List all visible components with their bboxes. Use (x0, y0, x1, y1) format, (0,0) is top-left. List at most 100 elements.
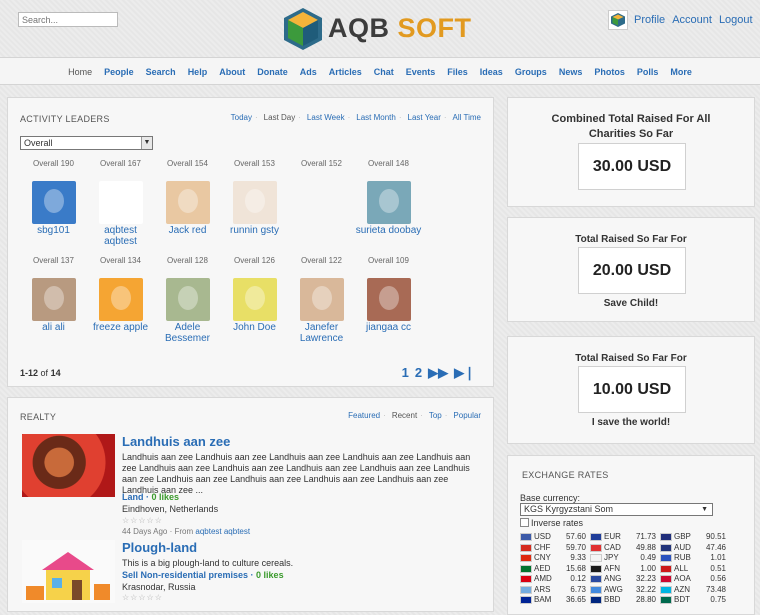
nav-item-donate[interactable]: Donate (257, 67, 288, 77)
rating-stars-icon[interactable]: ☆☆☆☆☆ (122, 516, 163, 525)
nav-item-ideas[interactable]: Ideas (480, 67, 503, 77)
nav-item-articles[interactable]: Articles (329, 67, 362, 77)
search-input[interactable] (18, 12, 118, 27)
nav-item-events[interactable]: Events (406, 67, 436, 77)
avatar[interactable] (366, 278, 411, 321)
activity-leaders-title: ACTIVITY LEADERS (20, 114, 110, 124)
leader-name[interactable]: freeze apple (87, 322, 154, 333)
realty-thumbnail[interactable] (22, 434, 115, 497)
currency-code: ARS (534, 584, 551, 594)
leader-card: Overall 126 John Doe (221, 256, 288, 333)
nav-item-chat[interactable]: Chat (374, 67, 394, 77)
leader-name[interactable]: surieta doobay (355, 225, 422, 236)
avatar[interactable] (98, 181, 143, 224)
nav-item-about[interactable]: About (219, 67, 245, 77)
avatar[interactable] (232, 278, 277, 321)
category-link[interactable]: Sell Non-residential premises (122, 570, 248, 580)
filter-popular[interactable]: Popular (453, 411, 481, 420)
page-1-link[interactable]: 1 (402, 365, 409, 380)
avatar[interactable] (366, 181, 411, 224)
charity-panel: Total Raised So Far For 20.00 USD Save C… (507, 217, 755, 322)
base-currency-select[interactable]: KGS Kyrgyzstani Som ▼ (520, 503, 713, 516)
filter-last-year[interactable]: Last Year (408, 113, 441, 122)
currency-code: CNY (534, 553, 551, 562)
filter-last-day[interactable]: Last Day (264, 113, 296, 122)
leader-name[interactable]: Jack red (154, 225, 221, 236)
page-2-link[interactable]: 2 (415, 365, 422, 380)
nav-item-news[interactable]: News (559, 67, 583, 77)
checkbox-icon[interactable] (520, 518, 529, 527)
flag-icon (520, 533, 532, 541)
nav-item-people[interactable]: People (104, 67, 134, 77)
nav-item-photos[interactable]: Photos (594, 67, 625, 77)
realty-item-title[interactable]: Plough-land (122, 540, 197, 555)
leader-name[interactable]: Adele Bessemer (154, 322, 221, 344)
realty-item-description: Landhuis aan zee Landhuis aan zee Landhu… (122, 452, 471, 495)
last-page-icon[interactable]: ▶❘ (454, 365, 475, 380)
overall-score: Overall 137 (33, 256, 74, 265)
leader-name[interactable]: aqbtest aqbtest (87, 225, 154, 247)
leader-name[interactable]: John Doe (221, 322, 288, 333)
realty-thumbnail[interactable] (22, 540, 115, 603)
overall-score: Overall 109 (368, 256, 409, 265)
filter-last-week[interactable]: Last Week (307, 113, 345, 122)
nav-item-more[interactable]: More (670, 67, 692, 77)
avatar[interactable] (31, 278, 76, 321)
logout-link[interactable]: Logout (719, 14, 753, 26)
next-page-icon[interactable]: ▶▶ (428, 365, 448, 380)
author-link[interactable]: aqbtest aqbtest (195, 527, 250, 536)
currency-code: JPY (604, 553, 619, 562)
nav-item-ads[interactable]: Ads (300, 67, 317, 77)
filter-featured[interactable]: Featured (348, 411, 380, 420)
nav-item-files[interactable]: Files (447, 67, 468, 77)
leaders-count: 1-12 of 14 (20, 368, 61, 378)
currency-rate: 1.00 (640, 563, 656, 573)
account-link[interactable]: Account (672, 14, 712, 26)
leader-card: Overall 154 Jack red (154, 159, 221, 236)
nav-item-polls[interactable]: Polls (637, 67, 659, 77)
avatar[interactable] (299, 278, 344, 321)
charity-name[interactable]: Save Child! (508, 298, 754, 309)
leader-name[interactable]: runnin gsty (221, 225, 288, 236)
rate-row: AZN 73.48 (660, 585, 728, 595)
logo-text-aqb: AQB (328, 13, 390, 43)
nav-item-search[interactable]: Search (146, 67, 176, 77)
flag-icon (660, 543, 672, 552)
avatar-face-shape (110, 286, 131, 310)
nav-item-groups[interactable]: Groups (515, 67, 547, 77)
leader-name[interactable]: jiangaa cc (355, 322, 422, 333)
leader-name[interactable]: Janefer Lawrence (288, 322, 355, 344)
filter-top[interactable]: Top (429, 411, 442, 420)
flag-icon (520, 596, 532, 604)
site-logo[interactable]: AQB SOFT (282, 6, 482, 52)
filter-recent[interactable]: Recent (392, 411, 417, 420)
charity-amount: 20.00 USD (578, 247, 686, 294)
nav-item-help[interactable]: Help (188, 67, 208, 77)
realty-item-title[interactable]: Landhuis aan zee (122, 434, 230, 449)
avatar[interactable] (98, 278, 143, 321)
avatar[interactable] (232, 181, 277, 224)
avatar[interactable] (31, 181, 76, 224)
avatar[interactable] (165, 278, 210, 321)
filter-last-month[interactable]: Last Month (356, 113, 396, 122)
inverse-rates-toggle[interactable]: Inverse rates (520, 518, 583, 528)
leaders-category-select[interactable]: Overall ▼ (20, 136, 153, 150)
currency-code: ALL (674, 563, 689, 573)
avatar[interactable] (165, 181, 210, 224)
filter-all-time[interactable]: All Time (453, 113, 481, 122)
currency-rate: 9.33 (570, 553, 586, 562)
avatar-face-shape (43, 286, 64, 310)
realty-item-category[interactable]: Land · 0 likes (122, 492, 179, 502)
rating-stars-icon[interactable]: ☆☆☆☆☆ (122, 593, 163, 602)
filter-today[interactable]: Today (231, 113, 252, 122)
user-avatar[interactable] (608, 10, 628, 30)
nav-item-home[interactable]: Home (68, 67, 92, 77)
category-link[interactable]: Land (122, 492, 144, 502)
avatar-face-shape (311, 286, 332, 310)
leader-name[interactable]: sbg101 (20, 225, 87, 236)
realty-item-category[interactable]: Sell Non-residential premises · 0 likes (122, 570, 284, 580)
charity-name[interactable]: I save the world! (508, 417, 754, 428)
currency-rate: 32.22 (635, 584, 656, 594)
leader-name[interactable]: ali ali (20, 322, 87, 333)
profile-link[interactable]: Profile (634, 14, 665, 26)
